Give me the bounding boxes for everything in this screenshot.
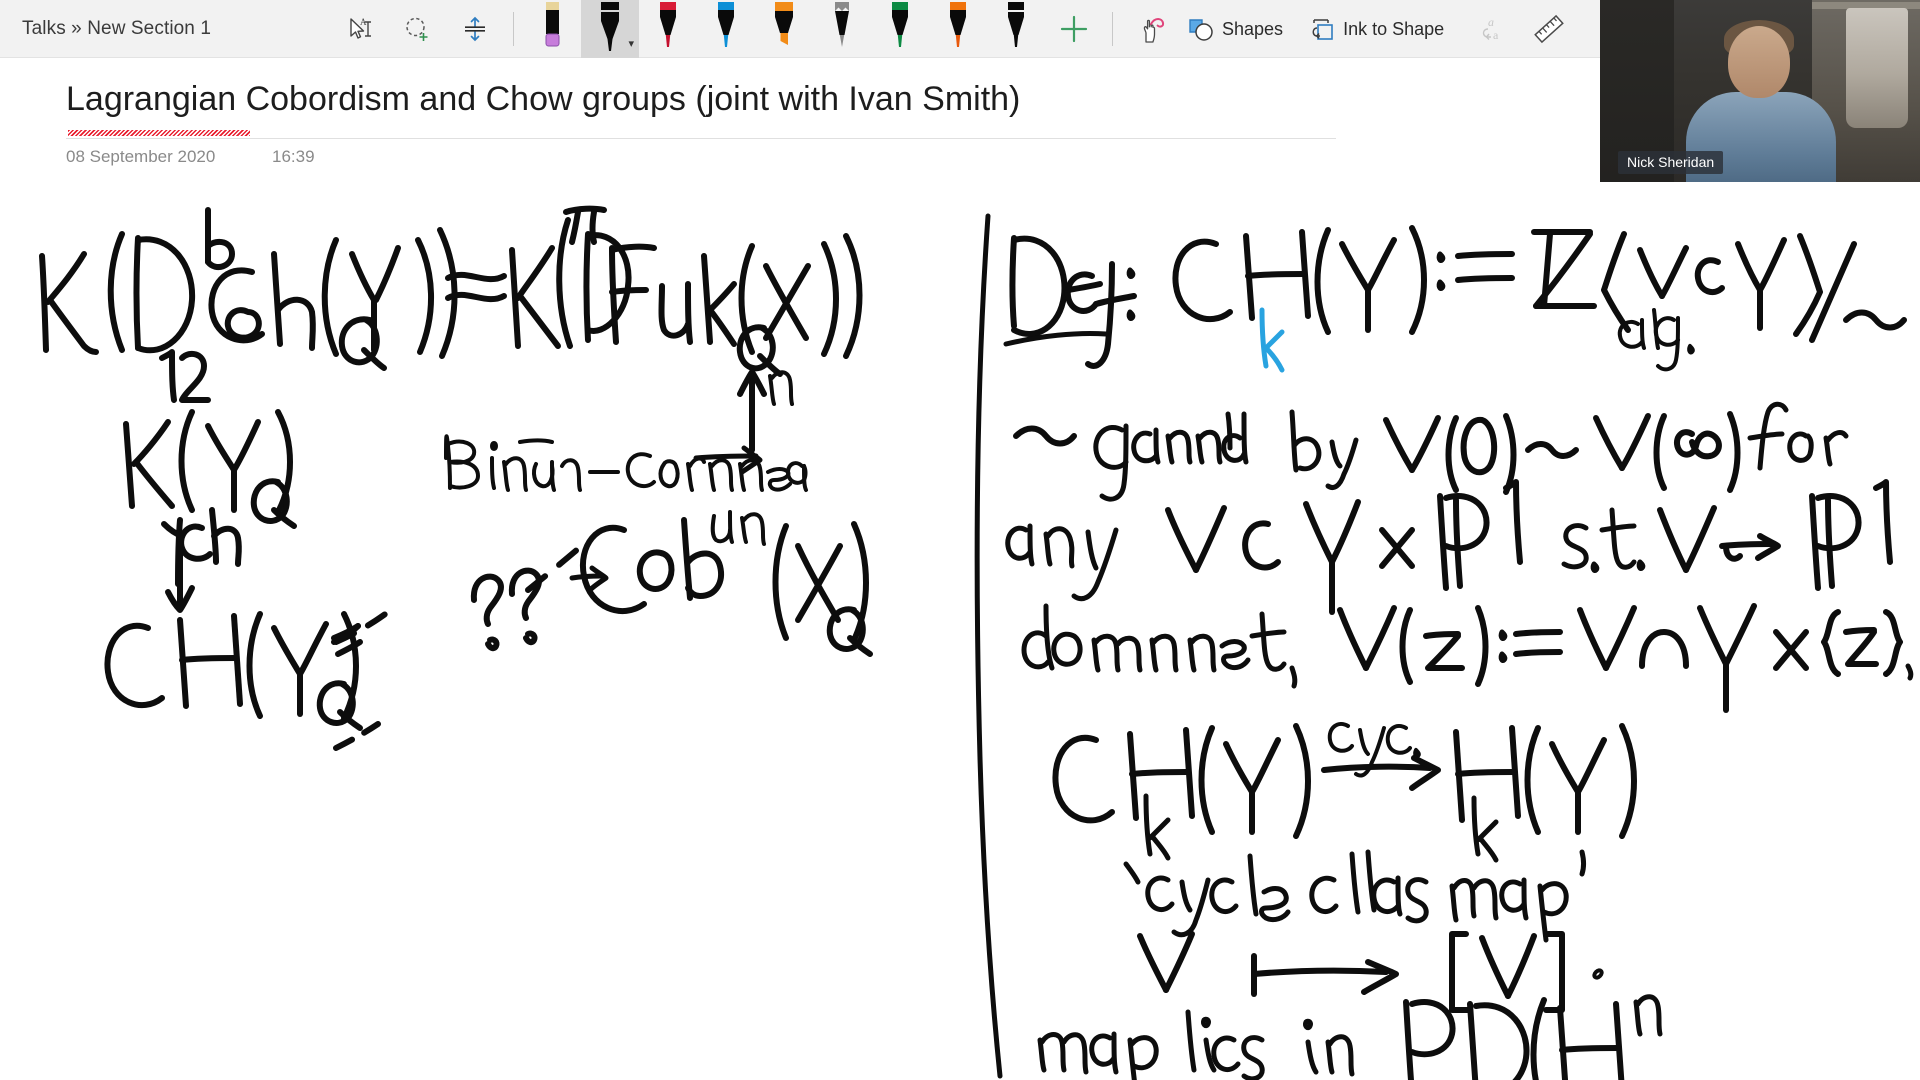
toolbar-tool-group: A ▾ Shapes Ink to Shape a a: [330, 0, 1578, 58]
add-pen-button[interactable]: [1045, 0, 1103, 58]
pencil-gray[interactable]: [813, 0, 871, 58]
handwriting-strokes: H_k(Y) ===== -->: [39, 205, 1914, 1080]
toolbar-divider-2: [1112, 12, 1113, 46]
chevron-down-icon[interactable]: ▾: [628, 39, 634, 50]
ink-canvas[interactable]: H_k(Y) ===== -->: [0, 58, 1920, 1080]
ruler-button[interactable]: [1520, 0, 1578, 58]
pen-red[interactable]: [639, 0, 697, 58]
pen-orange[interactable]: [929, 0, 987, 58]
pen-black-selected[interactable]: ▾: [581, 0, 639, 58]
toolbar-divider: [513, 12, 514, 46]
insert-space-tool[interactable]: [446, 0, 504, 58]
select-type-tool[interactable]: A: [330, 0, 388, 58]
ink-effects-button[interactable]: [1122, 0, 1180, 58]
pen-blue[interactable]: [697, 0, 755, 58]
ink-to-text-button[interactable]: a a: [1462, 0, 1520, 58]
note-page[interactable]: Lagrangian Cobordism and Chow groups (jo…: [0, 58, 1920, 1080]
webcam-video-overlay[interactable]: Nick Sheridan: [1600, 0, 1920, 182]
pen-green[interactable]: [871, 0, 929, 58]
shapes-button[interactable]: Shapes: [1180, 0, 1301, 58]
webcam-person-head: [1728, 26, 1790, 98]
webcam-hanging-clothes: [1846, 8, 1908, 128]
svg-text:a: a: [1493, 28, 1499, 42]
onenote-window: Talks » New Section 1 A ▾ Shapes Ink to …: [0, 0, 1920, 1080]
lasso-select-tool[interactable]: [388, 0, 446, 58]
ink-to-shape-label: Ink to Shape: [1343, 18, 1445, 39]
pen-orange-highlighter[interactable]: [755, 0, 813, 58]
webcam-participant-name: Nick Sheridan: [1618, 151, 1724, 174]
pen-highlighter-purple[interactable]: [523, 0, 581, 58]
ink-to-shape-button[interactable]: Ink to Shape: [1301, 0, 1462, 58]
breadcrumb[interactable]: Talks » New Section 1: [0, 18, 211, 40]
shapes-label: Shapes: [1222, 18, 1284, 39]
svg-text:a: a: [1488, 15, 1494, 29]
pen-black[interactable]: [987, 0, 1045, 58]
